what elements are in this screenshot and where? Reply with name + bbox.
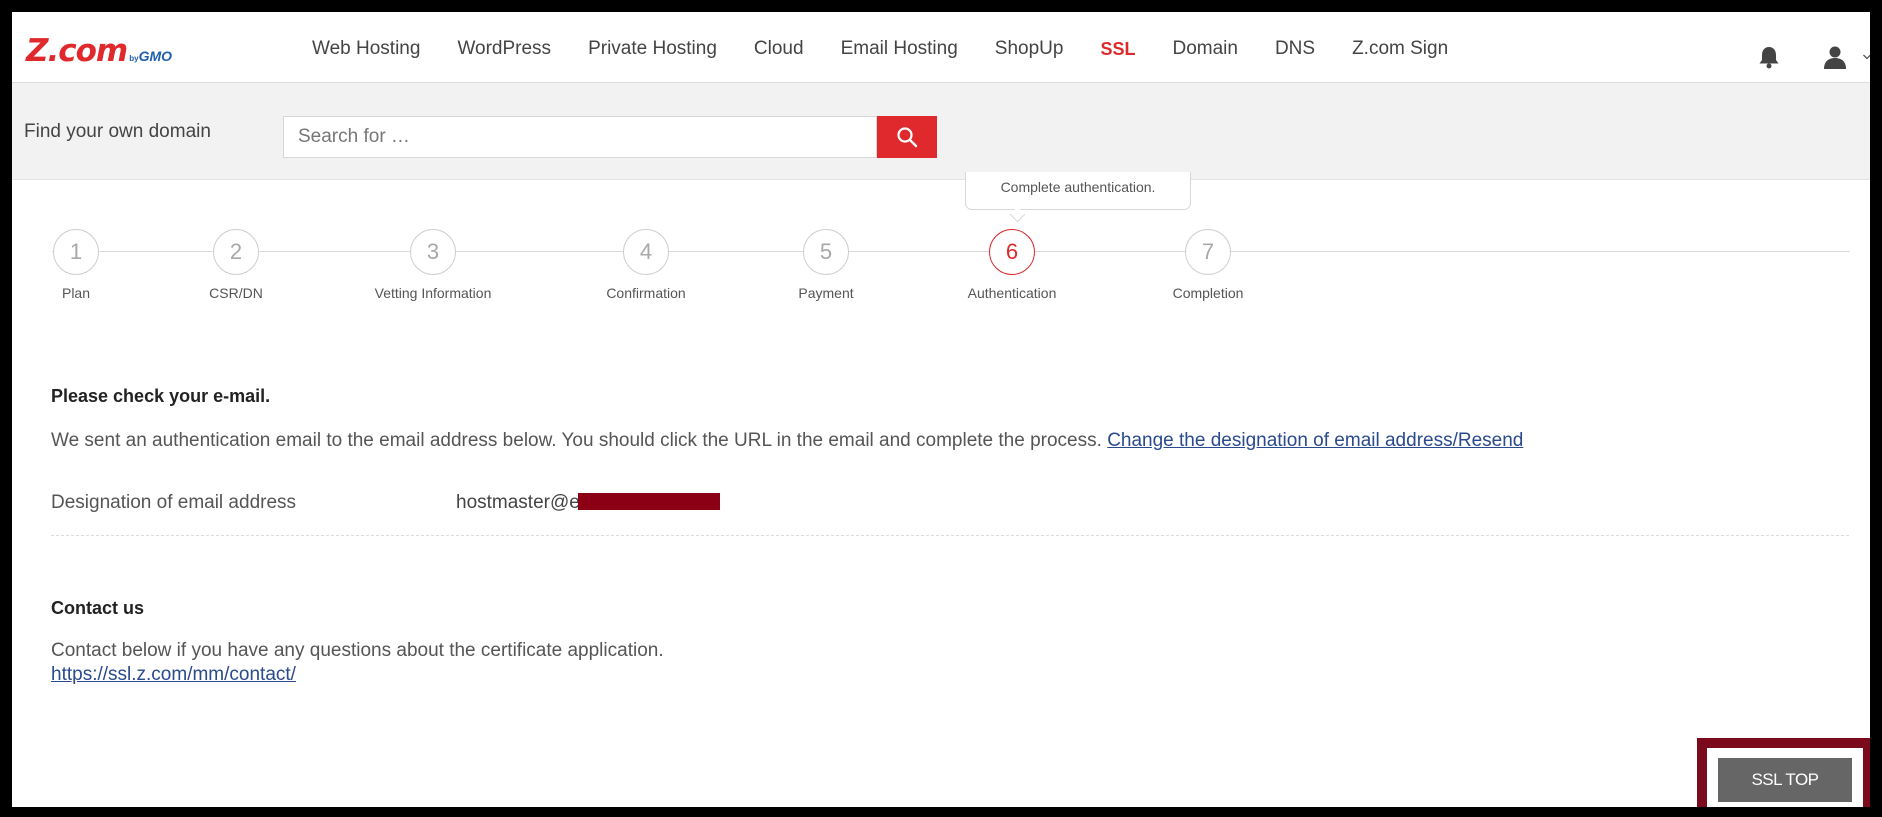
- email-heading: Please check your e-mail.: [51, 386, 271, 406]
- step-number: 4: [623, 229, 669, 275]
- section-divider: [51, 535, 1849, 536]
- contact-text: Contact below if you have any questions …: [51, 640, 664, 661]
- domain-search-bar: Find your own domain: [12, 83, 1870, 180]
- step-number: 7: [1185, 229, 1231, 275]
- step-number: 1: [53, 229, 99, 275]
- logo-by-text: by: [129, 54, 139, 63]
- step-number: 3: [410, 229, 456, 275]
- bell-icon[interactable]: [1754, 42, 1784, 72]
- nav-ssl[interactable]: SSL: [1100, 39, 1135, 60]
- email-field-label: Designation of email address: [51, 492, 297, 513]
- search-icon: [897, 127, 918, 148]
- zcom-logo[interactable]: Z.com by GMO: [26, 33, 173, 69]
- search-input[interactable]: [283, 116, 877, 158]
- top-navbar: Z.com by GMO Web Hosting WordPress Priva…: [12, 16, 1870, 83]
- step-label: Completion: [1172, 285, 1244, 301]
- step-completion: 7 Completion: [1128, 229, 1288, 301]
- step-authentication: 6 Authentication: [932, 229, 1092, 301]
- email-value-text: hostmaster@e: [456, 492, 580, 513]
- nav-private-hosting[interactable]: Private Hosting: [588, 38, 717, 60]
- change-email-link[interactable]: Change the designation of email address/…: [1107, 430, 1523, 451]
- redaction-bar: [577, 493, 720, 510]
- nav-dns[interactable]: DNS: [1275, 38, 1315, 60]
- step-label: Authentication: [967, 285, 1057, 301]
- email-instructions: We sent an authentication email to the e…: [51, 430, 1523, 452]
- step-number: 2: [213, 229, 259, 275]
- contact-link[interactable]: https://ssl.z.com/mm/contact/: [51, 664, 296, 685]
- nav-shopup[interactable]: ShopUp: [995, 38, 1064, 60]
- highlight-inner: SSL TOP: [1707, 748, 1863, 807]
- step-label: Vetting Information: [374, 285, 492, 301]
- nav-email-hosting[interactable]: Email Hosting: [841, 38, 958, 60]
- step-vetting-information: 3 Vetting Information: [353, 229, 513, 301]
- logo-main-text: Z.com: [26, 33, 128, 69]
- step-number: 5: [803, 229, 849, 275]
- contact-link-row: https://ssl.z.com/mm/contact/: [51, 664, 296, 686]
- search-label: Find your own domain: [24, 121, 211, 142]
- nav-cloud[interactable]: Cloud: [754, 38, 804, 60]
- step-tooltip: Complete authentication.: [965, 172, 1191, 210]
- step-csr-dn: 2 CSR/DN: [156, 229, 316, 301]
- contact-heading: Contact us: [51, 598, 145, 618]
- email-instructions-text: We sent an authentication email to the e…: [51, 430, 1102, 451]
- nav-zcom-sign[interactable]: Z.com Sign: [1352, 38, 1448, 60]
- step-plan: 1 Plan: [12, 229, 156, 301]
- highlight-frame: SSL TOP: [1697, 738, 1870, 807]
- ssl-top-button[interactable]: SSL TOP: [1718, 758, 1852, 802]
- nav-web-hosting[interactable]: Web Hosting: [312, 38, 420, 60]
- user-icon[interactable]: [1820, 42, 1850, 72]
- logo-brand-text: GMO: [138, 48, 173, 64]
- step-number: 6: [989, 229, 1035, 275]
- step-payment: 5 Payment: [746, 229, 906, 301]
- page: Z.com by GMO Web Hosting WordPress Priva…: [12, 12, 1870, 807]
- step-label: CSR/DN: [209, 285, 263, 301]
- main-nav: Web Hosting WordPress Private Hosting Cl…: [312, 16, 1485, 82]
- email-field-value: hostmaster@e: [456, 492, 720, 514]
- nav-wordpress[interactable]: WordPress: [457, 38, 551, 60]
- nav-domain[interactable]: Domain: [1172, 38, 1237, 60]
- step-confirmation: 4 Confirmation: [566, 229, 726, 301]
- step-label: Confirmation: [606, 285, 686, 301]
- search-button[interactable]: [877, 116, 937, 158]
- step-label: Plan: [61, 285, 91, 301]
- chevron-down-icon[interactable]: [1862, 42, 1870, 72]
- step-label: Payment: [798, 285, 854, 301]
